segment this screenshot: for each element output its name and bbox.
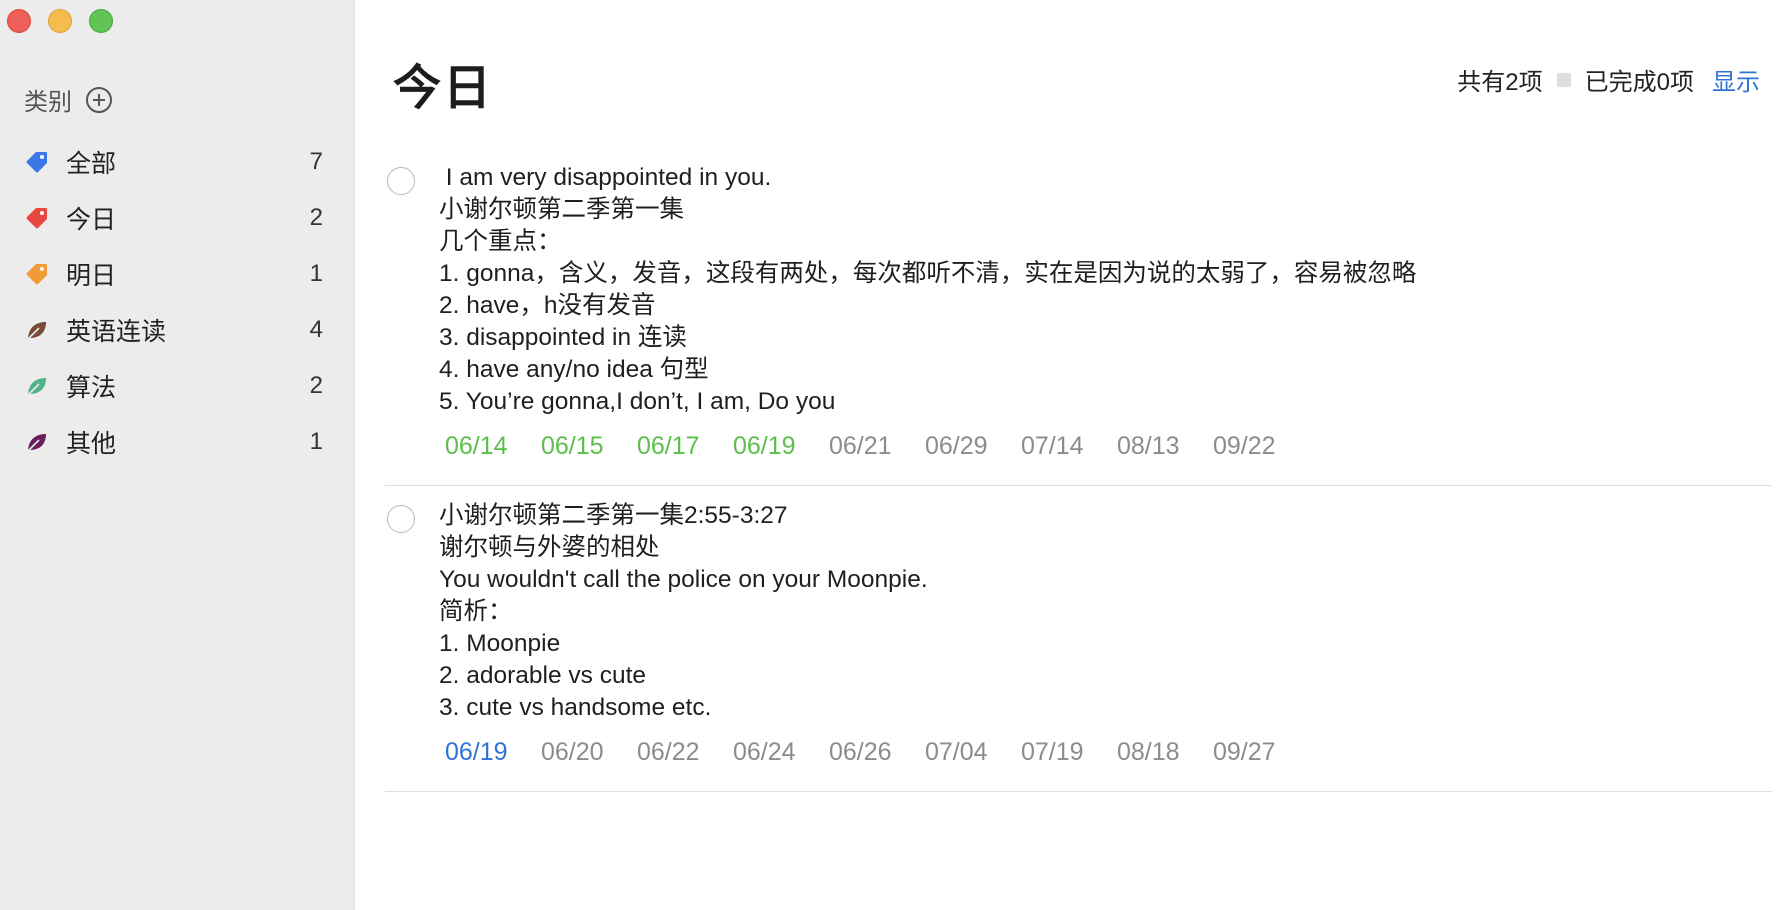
leaf-icon: [24, 317, 50, 343]
task-note-line: 2. have，h没有发音: [439, 292, 656, 319]
review-date[interactable]: 06/14: [439, 432, 535, 461]
task-note-line: 5. You’re gonna,I don’t, I am, Do you: [439, 388, 836, 415]
review-date[interactable]: 06/17: [631, 432, 727, 461]
category-header-label: 类别: [24, 89, 72, 116]
tag-icon: [24, 261, 50, 287]
review-date[interactable]: 07/14: [1015, 432, 1111, 461]
task-note-line: 3. disappointed in 连读: [439, 324, 687, 351]
review-dates: 06/14 06/15 06/17 06/19 06/21 06/29 07/14 08/13…: [439, 432, 1772, 461]
sidebar-item-count: 2: [309, 372, 323, 399]
task-complete-checkbox[interactable]: [387, 505, 415, 533]
sidebar-item-count: 2: [309, 204, 323, 231]
task-note-line: 1. gonna，含义，发音，这段有两处，每次都听不清，实在是因为说的太弱了，容…: [439, 260, 1417, 287]
maximize-window-button[interactable]: [89, 9, 113, 33]
review-date[interactable]: 06/26: [823, 738, 919, 767]
sidebar-item-count: 4: [309, 316, 323, 343]
tag-icon: [24, 149, 50, 175]
category-header: 类别: [24, 82, 112, 117]
sidebar-item-count: 1: [309, 428, 323, 455]
sidebar-item-label: 英语连读: [66, 318, 167, 346]
review-date[interactable]: 08/18: [1111, 738, 1207, 767]
review-date[interactable]: 08/13: [1111, 432, 1207, 461]
review-date[interactable]: 07/19: [1015, 738, 1111, 767]
review-date[interactable]: 06/22: [631, 738, 727, 767]
task-list: I am very disappointed in you. 小谢尔顿第二季第一集…: [385, 148, 1772, 792]
window-controls: [7, 9, 113, 33]
main-content: 今日 共有2项 已完成0项 显示 I am very disappointed …: [355, 0, 1780, 910]
sidebar-item-label: 今日: [66, 206, 117, 234]
review-date[interactable]: 06/15: [535, 432, 631, 461]
review-date[interactable]: 06/19: [439, 738, 535, 767]
task-notes[interactable]: I am very disappointed in you. 小谢尔顿第二季第一集…: [439, 162, 1772, 418]
task-note-line: 4. have any/no idea 句型: [439, 356, 709, 383]
sidebar-item-tomorrow[interactable]: 明日 1: [0, 246, 355, 302]
total-count: 共有2项: [1457, 69, 1543, 96]
task-note-line: 3. cute vs handsome etc.: [439, 694, 712, 721]
task-note-line: I am very disappointed in you.: [439, 164, 772, 191]
app-window: 类别 全部 7 今日 2 明日 1 英语连读 4 算法 2 其他 1 今日 共有2项 已完成0项 显示…: [0, 0, 1780, 910]
sidebar-item-algorithm[interactable]: 算法 2: [0, 358, 355, 414]
add-category-icon[interactable]: [86, 86, 112, 113]
sidebar-item-count: 7: [309, 148, 323, 175]
review-date[interactable]: 09/22: [1207, 432, 1303, 461]
sidebar-item-today[interactable]: 今日 2: [0, 190, 355, 246]
review-date[interactable]: 06/20: [535, 738, 631, 767]
close-window-button[interactable]: [7, 9, 31, 33]
sidebar-item-count: 1: [309, 260, 323, 287]
category-list: 全部 7 今日 2 明日 1 英语连读 4 算法 2 其他 1: [0, 134, 355, 470]
sidebar-item-all[interactable]: 全部 7: [0, 134, 355, 190]
task-item: I am very disappointed in you. 小谢尔顿第二季第一集…: [385, 148, 1772, 486]
task-summary: 共有2项 已完成0项 显示: [1457, 62, 1760, 97]
review-date[interactable]: 06/21: [823, 432, 919, 461]
review-date[interactable]: 09/27: [1207, 738, 1303, 767]
task-note-line: 小谢尔顿第二季第一集: [439, 196, 684, 223]
sidebar: 类别 全部 7 今日 2 明日 1 英语连读 4 算法 2 其他 1: [0, 0, 355, 910]
review-date[interactable]: 07/04: [919, 738, 1015, 767]
leaf-icon: [24, 429, 50, 455]
minimize-window-button[interactable]: [48, 9, 72, 33]
task-item: 小谢尔顿第二季第一集2:55-3:27 谢尔顿与外婆的相处 You wouldn't…: [385, 486, 1772, 792]
task-complete-checkbox[interactable]: [387, 167, 415, 195]
task-notes[interactable]: 小谢尔顿第二季第一集2:55-3:27 谢尔顿与外婆的相处 You wouldn't…: [439, 500, 1772, 724]
sidebar-item-label: 算法: [66, 374, 117, 402]
task-note-line: 2. adorable vs cute: [439, 662, 647, 689]
tag-icon: [24, 205, 50, 231]
task-note-line: You wouldn't call the police on your Moo…: [439, 566, 928, 593]
task-note-line: 谢尔顿与外婆的相处: [439, 534, 660, 561]
sidebar-item-other[interactable]: 其他 1: [0, 414, 355, 470]
sidebar-item-label: 其他: [66, 430, 117, 458]
separator-icon: [1556, 72, 1571, 87]
leaf-icon: [24, 373, 50, 399]
completed-count: 已完成0项: [1584, 69, 1694, 96]
task-note-line: 小谢尔顿第二季第一集2:55-3:27: [439, 502, 788, 529]
page-title: 今日: [393, 62, 494, 115]
task-note-line: 几个重点：: [439, 228, 562, 255]
review-date[interactable]: 06/24: [727, 738, 823, 767]
review-dates: 06/19 06/20 06/22 06/24 06/26 07/04 07/19 08/18…: [439, 738, 1772, 767]
sidebar-item-english-linking[interactable]: 英语连读 4: [0, 302, 355, 358]
review-date[interactable]: 06/29: [919, 432, 1015, 461]
sidebar-item-label: 全部: [66, 150, 117, 178]
show-completed-link[interactable]: 显示: [1712, 62, 1760, 97]
task-note-line: 1. Moonpie: [439, 630, 561, 657]
review-date[interactable]: 06/19: [727, 432, 823, 461]
sidebar-item-label: 明日: [66, 262, 117, 290]
task-note-line: 简析：: [439, 598, 513, 625]
